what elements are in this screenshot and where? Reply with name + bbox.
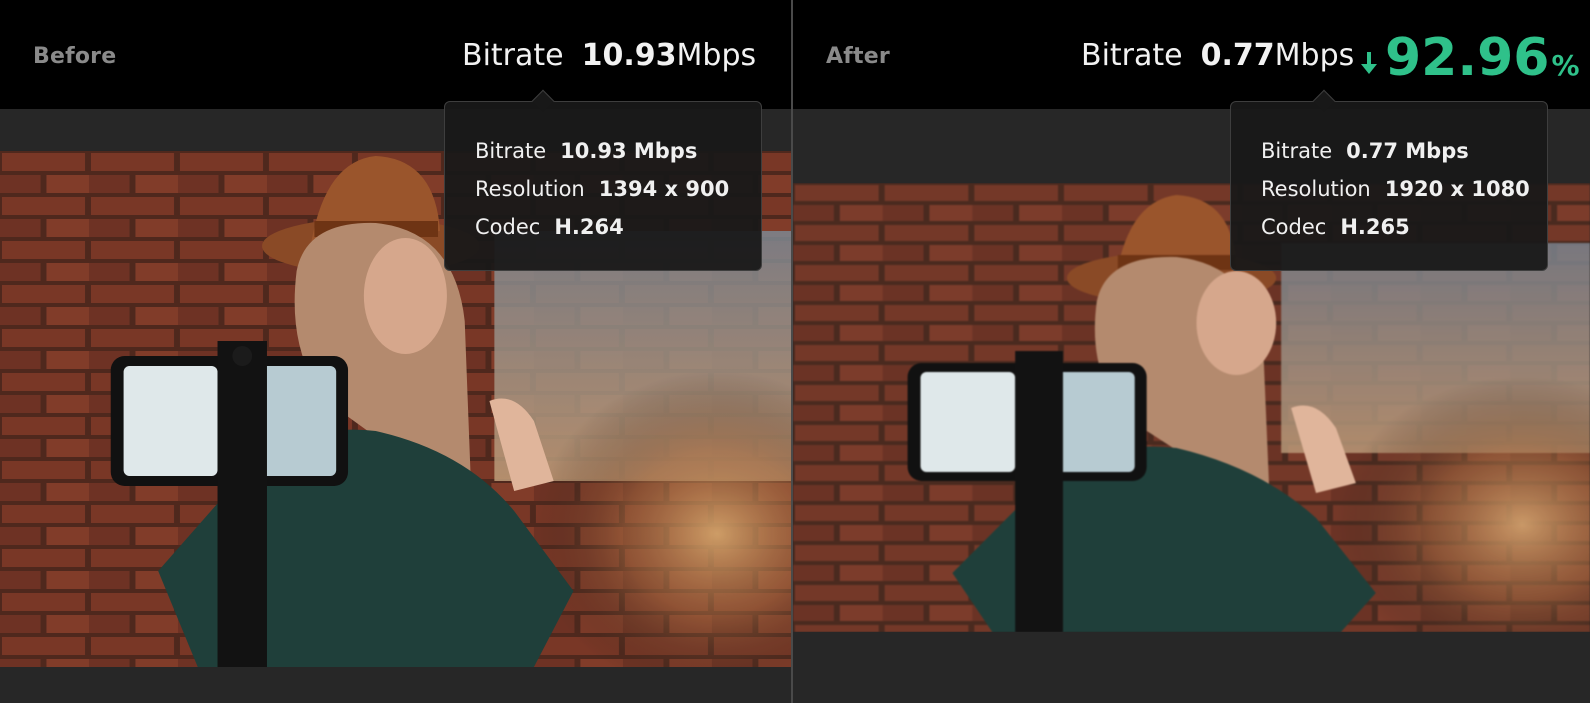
before-label: Before <box>33 44 117 69</box>
after-bitrate-unit: Mbps <box>1274 38 1355 73</box>
before-bitrate-unit: Mbps <box>676 38 757 73</box>
before-tooltip-bitrate-value: 10.93 Mbps <box>560 139 698 163</box>
before-tooltip-resolution-label: Resolution <box>475 177 585 201</box>
after-bitrate-label: Bitrate <box>1081 38 1183 73</box>
before-tooltip-bitrate-label: Bitrate <box>475 139 547 163</box>
after-tooltip-codec-value: H.265 <box>1340 215 1410 239</box>
after-panel: After Bitrate 0.77 Mbps 92.96 % Bitrate … <box>793 0 1590 703</box>
after-tooltip-bitrate-value: 0.77 Mbps <box>1346 139 1469 163</box>
before-tooltip-codec: Codec H.264 <box>475 208 731 246</box>
after-bitrate-headline[interactable]: Bitrate 0.77 Mbps <box>1081 38 1354 82</box>
after-tooltip-codec: Codec H.265 <box>1261 208 1517 246</box>
before-bitrate-headline[interactable]: Bitrate 10.93 Mbps <box>462 38 756 82</box>
after-tooltip-resolution-value: 1920 x 1080 <box>1384 177 1530 201</box>
bitrate-reduction: 92.96 % <box>1359 20 1580 84</box>
before-bitrate-value: 10.93 <box>581 38 677 73</box>
after-info-tooltip: Bitrate 0.77 Mbps Resolution 1920 x 1080 C… <box>1230 89 1548 271</box>
after-tooltip-resolution: Resolution 1920 x 1080 <box>1261 170 1530 208</box>
after-header: After Bitrate 0.77 Mbps 92.96 % <box>793 0 1590 109</box>
after-tooltip-resolution-label: Resolution <box>1261 177 1371 201</box>
after-label: After <box>826 44 890 69</box>
after-bitrate-value: 0.77 <box>1200 38 1275 73</box>
before-tooltip-resolution-value: 1394 x 900 <box>598 177 730 201</box>
down-arrow-icon <box>1361 52 1377 74</box>
after-tooltip-bitrate-label: Bitrate <box>1261 139 1333 163</box>
reduction-percent-sign: % <box>1551 49 1580 82</box>
before-tooltip-codec-label: Codec <box>475 215 541 239</box>
before-info-tooltip: Bitrate 10.93 Mbps Resolution 1394 x 900 C… <box>444 89 762 271</box>
before-tooltip-resolution: Resolution 1394 x 900 <box>475 170 731 208</box>
before-tooltip-bitrate: Bitrate 10.93 Mbps <box>475 132 731 170</box>
after-tooltip-codec-label: Codec <box>1261 215 1327 239</box>
after-tooltip-bitrate: Bitrate 0.77 Mbps <box>1261 132 1517 170</box>
reduction-value: 92.96 <box>1385 28 1550 88</box>
before-tooltip-codec-value: H.264 <box>554 215 624 239</box>
before-bitrate-label: Bitrate <box>462 38 564 73</box>
before-header: Before Bitrate 10.93 Mbps <box>0 0 791 109</box>
before-panel: Before Bitrate 10.93 Mbps Bitrate 10.93 … <box>0 0 791 703</box>
